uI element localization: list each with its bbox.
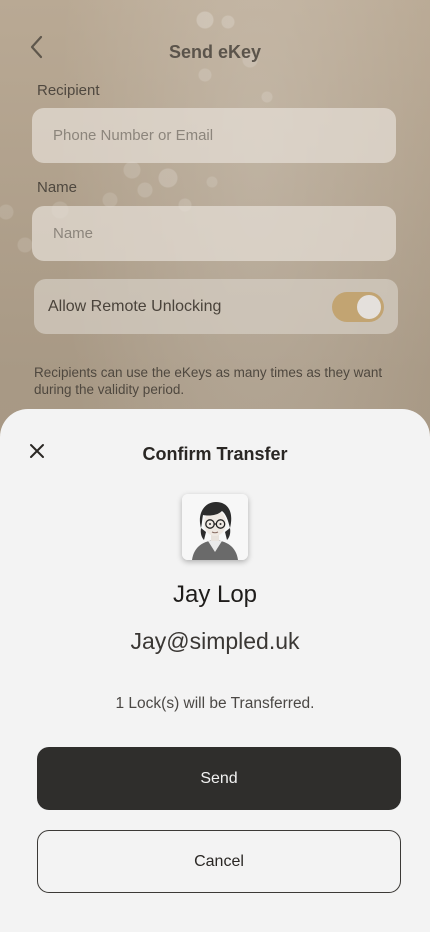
remote-unlock-toggle[interactable]: [332, 291, 384, 322]
transfer-count-note: 1 Lock(s) will be Transferred.: [115, 695, 315, 712]
screen-title: Send eKey: [168, 42, 262, 62]
name-label: Name: [37, 179, 78, 196]
confirm-transfer-sheet: Confirm Transfer Jay Lop Jay@simpled.uk …: [0, 409, 430, 932]
recipient-input[interactable]: Phone Number or Email: [32, 108, 396, 163]
send-button[interactable]: Send: [37, 747, 401, 810]
recipient-label: Recipient: [37, 82, 100, 99]
sheet-title: Confirm Transfer: [142, 444, 288, 464]
recipient-placeholder: Phone Number or Email: [53, 127, 214, 144]
avatar: [182, 494, 248, 560]
recipient-email: Jay@simpled.uk: [130, 628, 300, 654]
cancel-button[interactable]: Cancel: [37, 830, 401, 893]
validity-note: Recipients can use the eKeys as many tim…: [34, 365, 383, 397]
name-input[interactable]: Name: [32, 206, 396, 261]
remote-unlock-row: Allow Remote Unlocking: [34, 279, 398, 334]
recipient-name: Jay Lop: [172, 581, 258, 608]
name-placeholder: Name: [53, 225, 94, 242]
remote-unlock-label: Allow Remote Unlocking: [48, 297, 222, 315]
